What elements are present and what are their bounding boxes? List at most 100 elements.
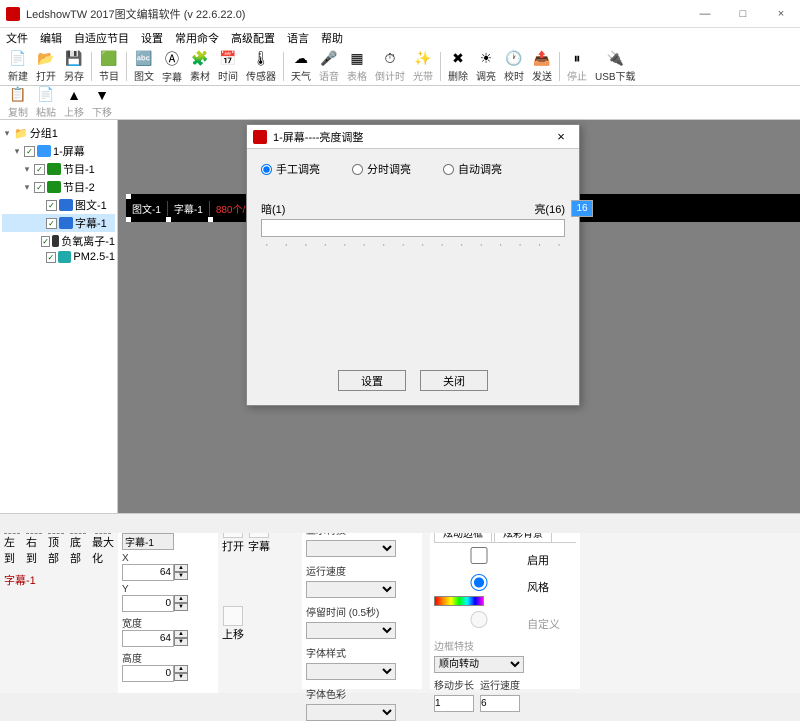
- borderfx-select[interactable]: 顺向转动: [434, 656, 524, 673]
- slider-max-label: 亮(16): [534, 201, 565, 217]
- menu-语言[interactable]: 语言: [287, 30, 309, 46]
- radio-timed[interactable]: 分时调亮: [352, 161, 411, 177]
- 校时-icon: 🕐: [505, 50, 523, 67]
- pgtool-上移[interactable]: 上移: [222, 606, 244, 690]
- toolbar-字幕[interactable]: Ⓐ字幕: [158, 50, 186, 83]
- tree-root-label: 分组1: [30, 125, 58, 141]
- toolbar-时间[interactable]: 📅时间: [214, 50, 242, 83]
- toolbar-校时[interactable]: 🕐校时: [500, 50, 528, 83]
- menu-常用命令[interactable]: 常用命令: [175, 30, 219, 46]
- toolbar-USB下载[interactable]: 🔌USB下载: [591, 50, 640, 83]
- tree-screen[interactable]: ▾✓ 1-屏幕: [2, 142, 115, 160]
- tree-item-节目-2[interactable]: ▾✓节目-2: [2, 178, 115, 196]
- prop-h-input[interactable]: [122, 665, 174, 682]
- toolbar-调亮[interactable]: ☀调亮: [472, 50, 500, 83]
- 新建-icon: 📄: [9, 50, 27, 67]
- USB下载-icon: 🔌: [606, 50, 624, 67]
- spin-up-icon[interactable]: ▲: [174, 564, 188, 572]
- zone-label-1: 图文-1: [126, 201, 168, 216]
- toolbar-图文[interactable]: 🔤图文: [130, 50, 158, 83]
- toolbar-天气[interactable]: ☁天气: [287, 50, 315, 83]
- zone-label-2: 字幕-1: [168, 201, 210, 216]
- borderspeed-input[interactable]: [480, 695, 520, 712]
- prop-w-input[interactable]: [122, 630, 174, 647]
- tree-root[interactable]: ▾📁 分组1: [2, 124, 115, 142]
- minimize-button[interactable]: —: [692, 8, 718, 20]
- brightness-value-input[interactable]: [571, 200, 593, 217]
- prop-x-input[interactable]: [122, 564, 174, 581]
- bottom-panel: 左到右到顶部底部最大化 字幕-1 名称 X ▲▼ Y ▲▼ 宽度 ▲▼ 高度 ▲…: [0, 513, 800, 693]
- step-input[interactable]: [434, 695, 474, 712]
- dialog-cancel-button[interactable]: 关闭: [420, 370, 488, 391]
- toolbar-新建[interactable]: 📄新建: [4, 50, 32, 83]
- 光带-icon: ✨: [414, 50, 432, 67]
- titlebar: LedshowTW 2017图文编辑软件 (v 22.6.22.0) — □ ×: [0, 0, 800, 28]
- menu-自适应节目[interactable]: 自适应节目: [74, 30, 129, 46]
- brightness-dialog: 1-屏幕----亮度调整 × 手工调亮 分时调亮 自动调亮 暗(1) 亮(16)…: [246, 124, 580, 406]
- 另存-icon: 💾: [65, 50, 83, 67]
- window-title: LedshowTW 2017图文编辑软件 (v 22.6.22.0): [26, 6, 692, 22]
- align-panel: 左到右到顶部底部最大化 字幕-1: [0, 514, 118, 693]
- border-panel: 炫动边框 炫彩背景 启用 风格 自定义 边框特技 顺向转动 移动步长 运行速度: [430, 518, 580, 689]
- slider-min-label: 暗(1): [261, 201, 285, 217]
- tree-item-PM2.5-1[interactable]: ✓PM2.5-1: [2, 250, 115, 264]
- tree-item-字幕-1[interactable]: ✓字幕-1: [2, 214, 115, 232]
- toolbar-语音: 🎤语音: [315, 50, 343, 83]
- tree-item-负氧离子-1[interactable]: ✓负氧离子-1: [2, 232, 115, 250]
- spin-down-icon[interactable]: ▼: [174, 572, 188, 580]
- 素材-icon: 🧩: [191, 50, 209, 67]
- menubar: 文件编辑自适应节目设置常用命令高级配置语言帮助: [0, 28, 800, 48]
- 节目-icon: 🟩: [100, 50, 118, 67]
- selected-zone-tab[interactable]: 字幕-1: [4, 570, 114, 590]
- app-icon: [6, 7, 20, 21]
- toolbar-发送[interactable]: 📤发送: [528, 50, 556, 83]
- fontstyle-select[interactable]: [306, 663, 396, 680]
- 删除-icon: ✖: [449, 50, 467, 67]
- 倒计时-icon: ⏱: [381, 50, 399, 67]
- statusbar: [0, 513, 800, 533]
- menu-帮助[interactable]: 帮助: [321, 30, 343, 46]
- 时间-icon: 📅: [219, 50, 237, 67]
- prop-name-input[interactable]: [122, 533, 174, 550]
- radio-auto[interactable]: 自动调亮: [443, 161, 502, 177]
- close-button[interactable]: ×: [768, 8, 794, 20]
- 停止-icon: ⏸: [568, 50, 586, 67]
- radio-manual[interactable]: 手工调亮: [261, 161, 320, 177]
- color-strip[interactable]: [434, 596, 484, 606]
- toolbar-另存[interactable]: 💾另存: [60, 50, 88, 83]
- toolbar-停止: ⏸停止: [563, 50, 591, 83]
- edit-粘贴: 📄粘贴: [32, 88, 60, 117]
- dialog-title: 1-屏幕----亮度调整: [273, 129, 549, 145]
- 字幕-icon: Ⓐ: [163, 50, 181, 68]
- enable-checkbox[interactable]: 启用: [434, 555, 549, 567]
- edit-上移: ▲上移: [60, 88, 88, 117]
- effect-select[interactable]: [306, 540, 396, 557]
- prop-y-input[interactable]: [122, 595, 174, 612]
- toolbar-素材[interactable]: 🧩素材: [186, 50, 214, 83]
- toolbar-传感器[interactable]: 🌡传感器: [242, 50, 280, 83]
- menu-文件[interactable]: 文件: [6, 30, 28, 46]
- toolbar-删除[interactable]: ✖删除: [444, 50, 472, 83]
- brightness-slider[interactable]: [261, 219, 565, 237]
- toolbar-倒计时: ⏱倒计时: [371, 50, 409, 83]
- tree-item-节目-1[interactable]: ▾✓节目-1: [2, 160, 115, 178]
- 打开-icon: 📂: [37, 50, 55, 67]
- stay-select[interactable]: [306, 622, 396, 639]
- tree-screen-label: 1-屏幕: [53, 143, 85, 159]
- effects-panel: 显示特技 运行速度 停留时间 (0.5秒) 字体样式 字体色彩: [302, 518, 422, 689]
- menu-设置[interactable]: 设置: [141, 30, 163, 46]
- dialog-ok-button[interactable]: 设置: [338, 370, 406, 391]
- dialog-close-button[interactable]: ×: [549, 129, 573, 144]
- toolbar-节目[interactable]: 🟩节目: [95, 50, 123, 83]
- main-toolbar: 📄新建📂打开💾另存🟩节目🔤图文Ⓐ字幕🧩素材📅时间🌡传感器☁天气🎤语音▦表格⏱倒计…: [0, 48, 800, 86]
- 调亮-icon: ☀: [477, 50, 495, 67]
- properties-panel: 名称 X ▲▼ Y ▲▼ 宽度 ▲▼ 高度 ▲▼: [118, 514, 218, 693]
- menu-高级配置[interactable]: 高级配置: [231, 30, 275, 46]
- maximize-button[interactable]: □: [730, 8, 756, 20]
- edit-下移: ▼下移: [88, 88, 116, 117]
- toolbar-打开[interactable]: 📂打开: [32, 50, 60, 83]
- menu-编辑[interactable]: 编辑: [40, 30, 62, 46]
- speed-select[interactable]: [306, 581, 396, 598]
- tree-item-图文-1[interactable]: ✓图文-1: [2, 196, 115, 214]
- fontcolor-select[interactable]: [306, 704, 396, 721]
